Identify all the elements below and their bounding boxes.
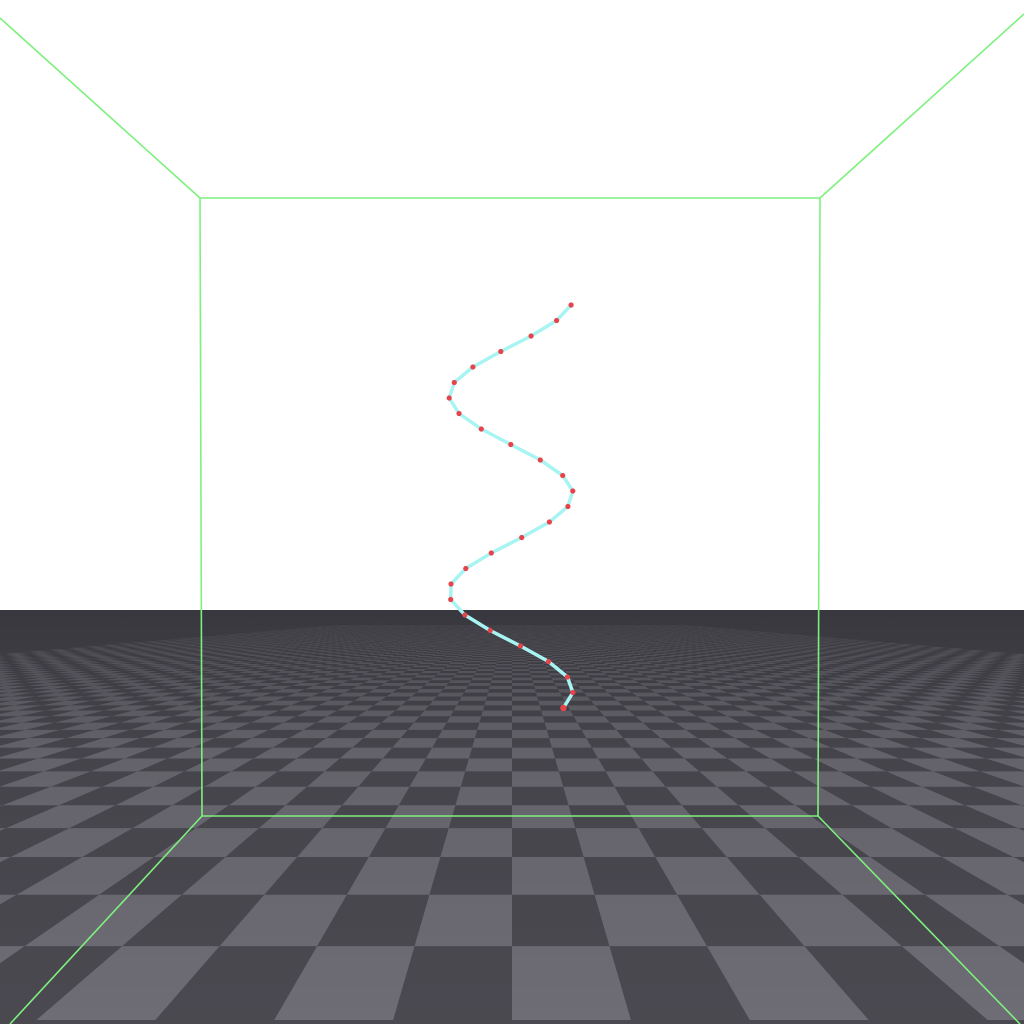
rope-node (554, 317, 560, 324)
rope-node (545, 658, 552, 665)
simulation-viewport (0, 0, 1024, 1024)
rope-node (537, 457, 543, 463)
rope-node (560, 472, 566, 479)
rope-node (456, 410, 462, 417)
sky-background (0, 0, 1024, 610)
rope-node (565, 503, 571, 510)
rope-node (498, 348, 504, 355)
rope-node (519, 534, 525, 541)
rope-node (546, 519, 553, 525)
rope-node (570, 689, 576, 696)
rope-node (451, 379, 457, 386)
rope-node (463, 565, 469, 572)
rope-node (488, 550, 494, 556)
rope-node (462, 612, 468, 618)
rope-node (487, 627, 493, 634)
rope-node (446, 395, 452, 401)
rope-node (570, 488, 576, 494)
rope-node (448, 581, 454, 587)
rope-node (528, 333, 534, 339)
rope-node (508, 441, 514, 448)
rope-node (564, 674, 571, 680)
rope-node (448, 596, 454, 603)
floor-shading (0, 610, 1024, 1024)
rope-node (517, 643, 524, 649)
rope-node (568, 302, 574, 308)
rope-node (478, 426, 484, 432)
rope-node (470, 364, 476, 370)
rope-node (560, 704, 567, 712)
